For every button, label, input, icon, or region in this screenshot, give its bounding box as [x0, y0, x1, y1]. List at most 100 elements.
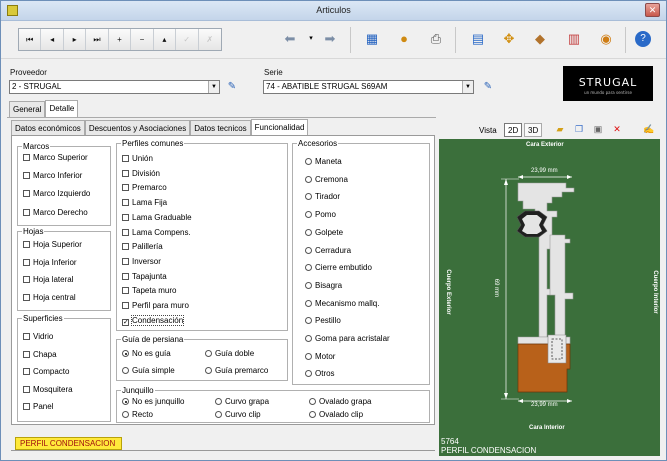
checkbox-label: Vidrio: [33, 332, 54, 341]
radio-cremona[interactable]: Cremona: [305, 175, 348, 184]
checkbox-lama-fija[interactable]: Lama Fija: [122, 198, 167, 207]
checkbox-premarco[interactable]: Premarco: [122, 183, 167, 192]
checkbox-union[interactable]: Unión: [122, 154, 153, 163]
checkbox-compacto[interactable]: Compacto: [23, 367, 69, 376]
radio-dot: [305, 228, 312, 236]
checkbox-panel[interactable]: Panel: [23, 402, 53, 411]
add-record-button[interactable]: +: [109, 29, 132, 50]
radio-pestillo[interactable]: Pestillo: [305, 316, 341, 325]
checkbox-hoja-lateral[interactable]: Hoja lateral: [23, 275, 73, 284]
radio-ovalado-clip[interactable]: Ovalado clip: [309, 410, 363, 419]
printer-icon[interactable]: ⎙: [425, 29, 447, 49]
radio-cierre-embutido[interactable]: Cierre embutido: [305, 263, 372, 272]
copy-icon[interactable]: ❐: [573, 123, 585, 135]
open-folder-icon[interactable]: ▰: [554, 123, 566, 135]
radio-guia-simple[interactable]: Guía simple: [122, 366, 175, 375]
spreadsheet-icon[interactable]: ▤: [467, 29, 489, 49]
bottom-dimension-text: 23,99 mm: [531, 402, 558, 408]
radio-guia-premarco[interactable]: Guía premarco: [205, 366, 268, 375]
radio-goma-para-acristalar[interactable]: Goma para acristalar: [305, 334, 390, 343]
checkbox-condensacion[interactable]: ✓ Condensación: [122, 314, 185, 326]
proveedor-value: 2 - STRUGAL: [12, 82, 62, 91]
edit-serie-icon[interactable]: ✎: [480, 80, 496, 94]
last-record-button[interactable]: ⏭: [86, 29, 109, 50]
checkbox-lama-graduable[interactable]: Lama Graduable: [122, 213, 192, 222]
radio-ovalado-grapa[interactable]: Ovalado grapa: [309, 397, 371, 406]
radio-maneta[interactable]: Maneta: [305, 157, 342, 166]
checkbox-lama-compens[interactable]: Lama Compens.: [122, 228, 191, 237]
checkbox-vidrio[interactable]: Vidrio: [23, 332, 53, 341]
checkbox-box: [23, 350, 30, 358]
up-button[interactable]: ▴: [154, 29, 177, 50]
perfil-condensacion-tab[interactable]: PERFIL CONDENSACION: [15, 437, 123, 450]
subtab-descuentos-y-asociaciones[interactable]: Descuentos y Asociaciones: [84, 120, 191, 136]
delete-record-button[interactable]: −: [131, 29, 154, 50]
radio-cerradura[interactable]: Cerradura: [305, 246, 351, 255]
radio-no-es-junquillo[interactable]: No es junquillo: [122, 397, 184, 406]
radio-otros[interactable]: Otros: [305, 369, 335, 378]
subtab-datos-econ-micos[interactable]: Datos económicos: [11, 120, 85, 136]
radio-no-es-guia[interactable]: No es guía: [122, 349, 171, 358]
hojas-group: Hojas Hoja Superior Hoja Inferior Hoja late…: [17, 227, 111, 311]
delete-icon[interactable]: ✕: [611, 123, 623, 135]
checkbox-tapeta-muro[interactable]: Tapeta muro: [122, 286, 176, 295]
radio-curvo-clip[interactable]: Curvo clip: [215, 410, 261, 419]
colors-icon[interactable]: ●: [393, 29, 415, 49]
tab-general[interactable]: General: [9, 101, 46, 117]
subtab-funcionalidad[interactable]: Funcionalidad: [250, 119, 309, 136]
checkbox-chapa[interactable]: Chapa: [23, 350, 57, 359]
tab-detalle[interactable]: Detalle: [45, 100, 79, 117]
checkbox-marco-inferior[interactable]: Marco Inferior: [23, 171, 82, 180]
radio-bisagra[interactable]: Bisagra: [305, 281, 342, 290]
radio-mecanismo-mallq[interactable]: Mecanismo mallq.: [305, 299, 379, 308]
radio-dot: [122, 367, 129, 374]
view-2d-button[interactable]: 2D: [504, 123, 523, 137]
checkbox-division[interactable]: División: [122, 169, 160, 178]
move-icon[interactable]: ✥: [498, 29, 520, 49]
calendar-icon[interactable]: ▥: [563, 29, 585, 49]
serie-select[interactable]: 74 - ABATIBLE STRUGAL S69AM ▼: [263, 80, 474, 94]
checkbox-palilleria[interactable]: Palillería: [122, 242, 163, 251]
checkbox-label: Marco Superior: [33, 153, 88, 162]
palette-icon[interactable]: ◉: [595, 29, 617, 49]
checkbox-marco-derecho[interactable]: Marco Derecho: [23, 208, 88, 217]
view-3d-button[interactable]: 3D: [524, 123, 543, 137]
first-record-button[interactable]: ⏮: [19, 29, 42, 50]
checkbox-inversor[interactable]: Inversor: [122, 257, 161, 266]
radio-guia-doble[interactable]: Guía doble: [205, 349, 254, 358]
checkbox-marco-superior[interactable]: Marco Superior: [23, 153, 88, 162]
draw-icon[interactable]: ✍: [643, 123, 655, 135]
paste-icon[interactable]: ▣: [592, 123, 604, 135]
radio-dot: [122, 398, 129, 405]
proveedor-select[interactable]: 2 - STRUGAL ▼: [9, 80, 220, 94]
radio-recto[interactable]: Recto: [122, 410, 153, 419]
radio-golpete[interactable]: Golpete: [305, 228, 343, 237]
checkbox-marco-izquierdo[interactable]: Marco Izquierdo: [23, 189, 90, 198]
confirm-button[interactable]: ✓: [176, 29, 199, 50]
radio-label: Guía simple: [132, 366, 175, 375]
prev-record-button[interactable]: ◂: [41, 29, 64, 50]
help-icon[interactable]: ?: [635, 31, 651, 47]
group-icon[interactable]: ◆: [529, 29, 551, 49]
checkbox-tapajunta[interactable]: Tapajunta: [122, 272, 167, 281]
cancel-button[interactable]: ✗: [199, 29, 221, 50]
checkbox-hoja-central[interactable]: Hoja central: [23, 293, 76, 302]
close-button[interactable]: ✕: [645, 3, 660, 17]
radio-motor[interactable]: Motor: [305, 352, 335, 361]
record-navigation: ⏮ ◂ ▸ ⏭ + − ▴ ✓ ✗: [18, 28, 222, 51]
checkbox-hoja-superior[interactable]: Hoja Superior: [23, 240, 82, 249]
detail-subtabs: Datos económicos Descuentos y Asociacione…: [11, 119, 309, 136]
radio-curvo-grapa[interactable]: Curvo grapa: [215, 397, 269, 406]
radio-dot: [122, 350, 129, 357]
checkbox-hoja-inferior[interactable]: Hoja Inferior: [23, 258, 77, 267]
edit-proveedor-icon[interactable]: ✎: [224, 80, 240, 94]
forward-arrow-icon[interactable]: ➡: [319, 29, 341, 49]
back-arrow-icon[interactable]: ⬅: [279, 29, 301, 49]
next-record-button[interactable]: ▸: [64, 29, 87, 50]
radio-pomo[interactable]: Pomo: [305, 210, 336, 219]
subtab-datos-tecnicos[interactable]: Datos tecnicos: [190, 120, 251, 136]
checkbox-perfil-para-muro[interactable]: Perfil para muro: [122, 301, 189, 310]
radio-tirador[interactable]: Tirador: [305, 192, 340, 201]
grid-table-icon[interactable]: ▦: [361, 29, 383, 49]
checkbox-mosquitera[interactable]: Mosquitera: [23, 385, 73, 394]
